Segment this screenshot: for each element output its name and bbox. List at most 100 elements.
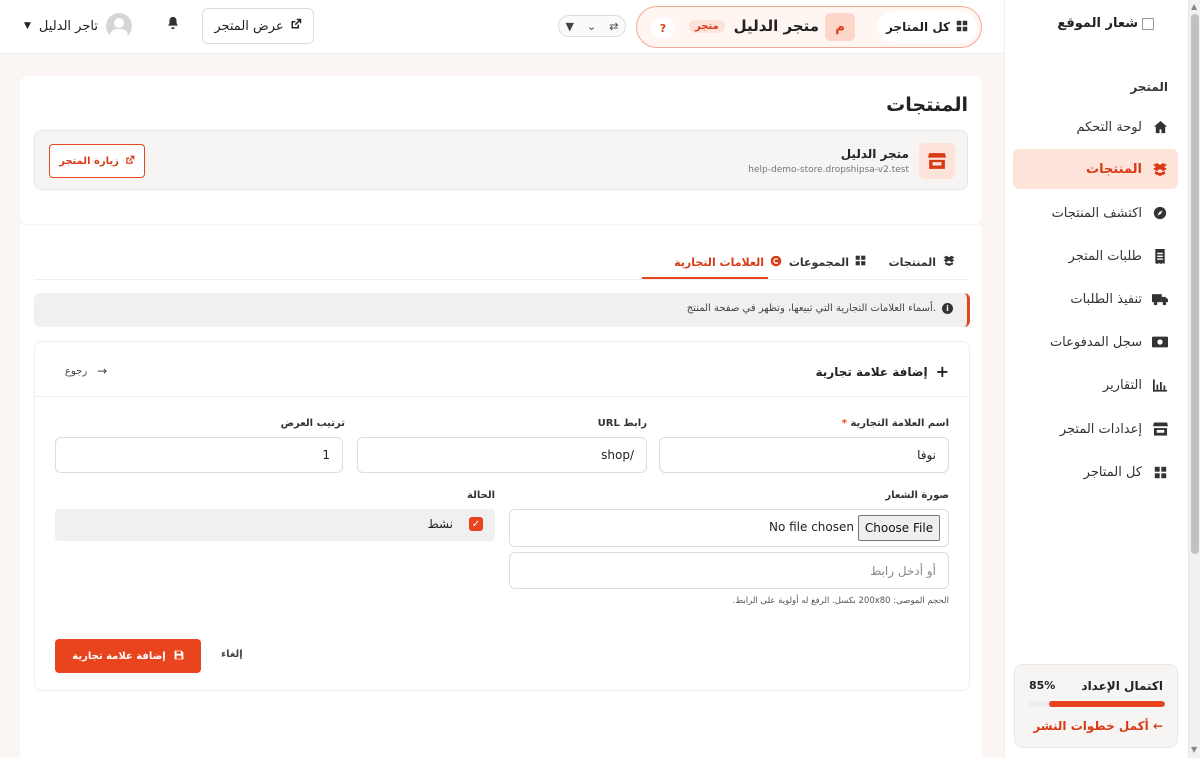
visit-store-button[interactable]: زيارة المتجر (49, 144, 145, 178)
boxes-icon (942, 255, 956, 269)
logo-url-input[interactable]: أو أدخل رابط (509, 552, 949, 589)
add-brand-form: + إضافة علامة تجارية → رجوع اسم العلامة … (34, 341, 970, 691)
add-brand-submit-button[interactable]: إضافة علامة تجارية (55, 639, 201, 673)
view-store-button[interactable]: عرض المتجر (202, 8, 314, 44)
sidebar-item-fulfillment[interactable]: تنفيذ الطلبات (1013, 279, 1178, 319)
store-icon (919, 143, 955, 179)
store-name: متجر الدليل (840, 147, 909, 161)
chart-icon (1152, 377, 1168, 393)
info-icon: i (942, 303, 953, 314)
scroll-up-icon[interactable]: ▲ (1191, 2, 1197, 11)
store-icon (1152, 421, 1168, 437)
status-label: الحالة (467, 490, 495, 501)
bell-icon[interactable] (166, 16, 180, 34)
sidebar-item-payments-log[interactable]: سجل المدفوعات (1013, 322, 1178, 362)
brand-name-label-text: اسم العلامة التجارية (850, 418, 949, 429)
sidebar-item-label: سجل المدفوعات (1049, 334, 1142, 350)
store-info-box: متجر الدليل help-demo-store.dropshipsa-v… (34, 130, 968, 190)
cancel-button[interactable]: إلغاء (221, 649, 243, 660)
display-order-label: ترتيب العرض (280, 418, 345, 429)
logo-size-hint: الحجم الموصى: 200x80 بكسل. الرفع له أولو… (732, 596, 949, 606)
logo-file-input[interactable]: Choose File No file chosen (509, 509, 949, 547)
current-store-name: متجر الدليل (733, 17, 819, 35)
url-label: رابط URL (597, 418, 647, 429)
choose-file-button[interactable]: Choose File (858, 515, 940, 541)
back-label: رجوع (65, 365, 88, 377)
home-icon (1152, 119, 1168, 135)
back-button[interactable]: → رجوع (65, 364, 107, 378)
sidebar-item-label: تنفيذ الطلبات (1070, 291, 1142, 307)
money-icon (1152, 334, 1168, 350)
help-button[interactable]: ? (651, 17, 675, 39)
brand-name-input[interactable]: نوفا (659, 437, 949, 473)
complete-steps-link[interactable]: أكمل خطوات النشر ← (1033, 719, 1163, 733)
sidebar-item-label: إعدادات المتجر (1059, 421, 1142, 437)
sidebar-item-all-stores[interactable]: كل المتاجر (1013, 452, 1178, 492)
all-stores-button[interactable]: كل المتاجر (877, 11, 977, 43)
sidebar: شعار الموقع المتجر لوحة التحكم المنتجات … (1004, 0, 1188, 758)
user-name: تاجر الدليل (38, 18, 98, 34)
brand-name-label: اسم العلامة التجارية * (842, 418, 949, 429)
chevron-down-icon: ⌄ (587, 19, 597, 33)
info-text: أسماء العلامات التجارية التي تبيعها، وتظ… (686, 303, 936, 314)
top-bar: ▼ تاجر الدليل عرض المتجر ▼ ⌄ ⇄ ? متجر م … (0, 0, 1004, 54)
form-title: + إضافة علامة تجارية (816, 362, 949, 381)
page-header-card: المنتجات متجر الدليل help-demo-store.dro… (20, 76, 982, 224)
sidebar-item-reports[interactable]: التقارير (1013, 365, 1178, 405)
setup-progress-title: اكتمال الإعداد (1081, 679, 1163, 693)
page-title: المنتجات (886, 94, 968, 116)
store-url: help-demo-store.dropshipsa-v2.test (748, 165, 909, 175)
caret-down-icon: ▼ (565, 19, 574, 33)
truck-icon (1152, 291, 1168, 307)
store-switcher[interactable]: ▼ ⌄ ⇄ (558, 15, 626, 37)
url-input[interactable]: shop/ (357, 437, 647, 473)
status-checkbox[interactable]: ✓ (469, 517, 483, 531)
no-file-text: No file chosen (768, 520, 854, 534)
sidebar-section-title: المتجر (1130, 80, 1168, 94)
tab-label: المجموعات (788, 255, 849, 269)
sidebar-item-store-settings[interactable]: إعدادات المتجر (1013, 409, 1178, 449)
external-link-icon (125, 155, 135, 168)
sidebar-item-store-orders[interactable]: طلبات المتجر (1013, 236, 1178, 276)
sidebar-item-label: كل المتاجر (1083, 464, 1142, 480)
setup-progress-percent: 85% (1029, 679, 1056, 692)
form-title-text: إضافة علامة تجارية (815, 364, 928, 379)
form-header: + إضافة علامة تجارية → رجوع (35, 342, 969, 397)
view-store-label: عرض المتجر (214, 18, 284, 34)
status-field: ✓ نشط (55, 509, 495, 541)
sidebar-item-discover-products[interactable]: اكتشف المنتجات (1013, 193, 1178, 233)
logo-image-label: صورة الشعار (885, 490, 949, 501)
display-order-input[interactable]: 1 (55, 437, 343, 473)
tab-label: العلامات التجارية (674, 256, 764, 269)
current-store-pill[interactable]: ? متجر م متجر الدليل كل المتاجر (636, 6, 982, 48)
chevron-down-icon: ▼ (24, 21, 31, 31)
all-stores-label: كل المتاجر (885, 20, 951, 34)
compass-icon (1152, 205, 1168, 221)
swap-icon: ⇄ (609, 19, 619, 33)
content-card: المنتجات المجموعات العلامات التجارية i أ… (20, 225, 982, 758)
store-initial-avatar: م (825, 13, 855, 41)
grid-icon (956, 20, 968, 35)
site-logo[interactable]: شعار الموقع (1057, 16, 1154, 31)
user-menu[interactable]: ▼ تاجر الدليل (24, 12, 132, 40)
scroll-down-icon[interactable]: ▼ (1191, 745, 1197, 754)
save-icon (174, 650, 184, 663)
external-link-icon (290, 18, 302, 34)
tabs: المنتجات المجموعات العلامات التجارية (34, 247, 968, 280)
scrollbar-thumb[interactable] (1191, 14, 1199, 554)
tab-collections[interactable]: المجموعات (789, 255, 866, 269)
scrollbar[interactable]: ▲ ▼ (1188, 0, 1200, 758)
logo-text: شعار الموقع (1057, 16, 1138, 31)
grid-icon (1152, 464, 1168, 480)
active-tab-indicator (642, 277, 768, 279)
sidebar-item-label: طلبات المتجر (1068, 248, 1142, 264)
tab-brands[interactable]: العلامات التجارية (674, 255, 782, 270)
sidebar-item-dashboard[interactable]: لوحة التحكم (1013, 107, 1178, 147)
submit-label: إضافة علامة تجارية (72, 650, 166, 662)
sidebar-item-products[interactable]: المنتجات (1013, 149, 1178, 189)
sidebar-item-label: اكتشف المنتجات (1051, 205, 1142, 221)
required-mark: * (841, 418, 847, 429)
receipt-icon (1152, 248, 1168, 264)
status-value: نشط (427, 517, 453, 531)
tab-products[interactable]: المنتجات (889, 255, 956, 269)
